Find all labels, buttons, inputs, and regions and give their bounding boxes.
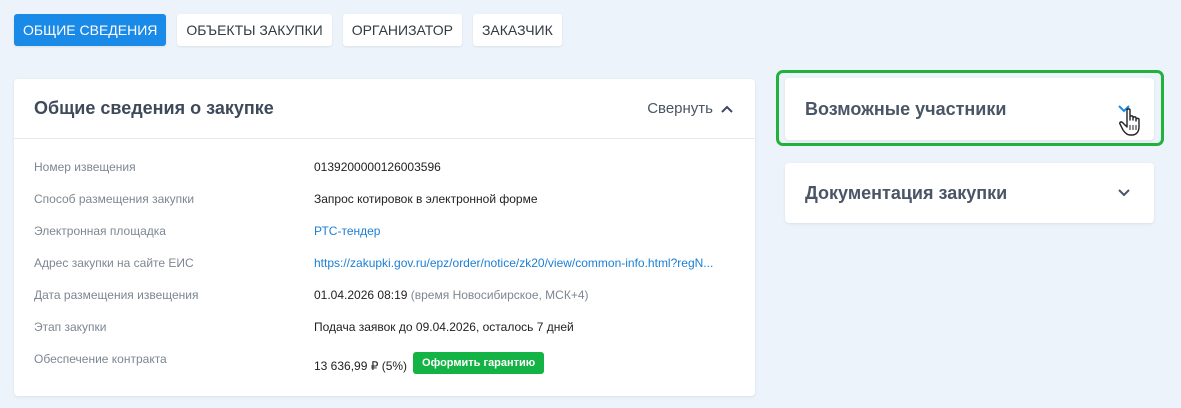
collapse-label: Свернуть xyxy=(647,100,713,117)
tab-general-info[interactable]: ОБЩИЕ СВЕДЕНИЯ xyxy=(14,14,167,46)
publish-date-value: 01.04.2026 08:19 xyxy=(314,288,408,302)
info-row: Обеспечение контракта 13 636,99 ₽ (5%) О… xyxy=(34,351,744,383)
security-amount: 13 636,99 ₽ (5%) xyxy=(314,358,408,373)
procurement-docs-panel[interactable]: Документация закупки xyxy=(785,163,1154,223)
chevron-down-icon[interactable] xyxy=(1118,189,1130,197)
info-row: Адрес закупки на сайте ЕИС https://zakup… xyxy=(34,255,744,287)
procurement-method: Запрос котировок в электронной форме xyxy=(314,192,538,206)
tabs-bar: ОБЩИЕ СВЕДЕНИЯ ОБЪЕКТЫ ЗАКУПКИ ОРГАНИЗАТ… xyxy=(14,14,562,46)
docs-title: Документация закупки xyxy=(805,182,1008,203)
chevron-up-icon xyxy=(721,105,733,113)
general-info-header: Общие сведения о закупке Свернуть xyxy=(14,79,755,139)
row-label: Этап закупки xyxy=(34,320,107,334)
info-row: Этап закупки Подача заявок до 09.04.2026… xyxy=(34,319,744,351)
info-rows: Номер извещения 0139200000126003596 Спос… xyxy=(34,159,744,383)
notice-number: 0139200000126003596 xyxy=(314,160,441,174)
general-info-card: Общие сведения о закупке Свернуть Номер … xyxy=(14,79,755,396)
collapse-button[interactable]: Свернуть xyxy=(647,100,733,117)
publish-date: 01.04.2026 08:19 (время Новосибирское, М… xyxy=(314,287,589,303)
eis-url-link[interactable]: https://zakupki.gov.ru/epz/order/notice/… xyxy=(314,256,713,270)
tab-organizer[interactable]: ОРГАНИЗАТОР xyxy=(342,14,462,46)
procurement-stage: Подача заявок до 09.04.2026, осталось 7 … xyxy=(314,320,574,334)
contract-security: 13 636,99 ₽ (5%) Оформить гарантию xyxy=(314,352,545,374)
platform-link[interactable]: РТС-тендер xyxy=(314,224,380,238)
row-label: Обеспечение контракта xyxy=(34,352,167,366)
row-label: Способ размещения закупки xyxy=(34,192,195,206)
card-title: Общие сведения о закупке xyxy=(34,98,274,118)
row-label: Адрес закупки на сайте ЕИС xyxy=(34,256,194,270)
issue-guarantee-button[interactable]: Оформить гарантию xyxy=(413,352,545,374)
row-label: Дата размещения извещения xyxy=(34,288,199,302)
row-label: Номер извещения xyxy=(34,160,136,174)
tab-procurement-objects[interactable]: ОБЪЕКТЫ ЗАКУПКИ xyxy=(177,14,332,46)
info-row: Дата размещения извещения 01.04.2026 08:… xyxy=(34,287,744,319)
timezone-note: (время Новосибирское, МСК+4) xyxy=(410,288,589,302)
tab-customer[interactable]: ЗАКАЗЧИК xyxy=(472,14,562,46)
possible-participants-panel[interactable]: Возможные участники xyxy=(785,78,1154,140)
info-row: Электронная площадка РТС-тендер xyxy=(34,223,744,255)
row-label: Электронная площадка xyxy=(34,224,166,238)
hand-cursor-icon xyxy=(1119,108,1140,136)
info-row: Способ размещения закупки Запрос котиров… xyxy=(34,191,744,223)
info-row: Номер извещения 0139200000126003596 xyxy=(34,159,744,191)
participants-title: Возможные участники xyxy=(805,98,1007,119)
